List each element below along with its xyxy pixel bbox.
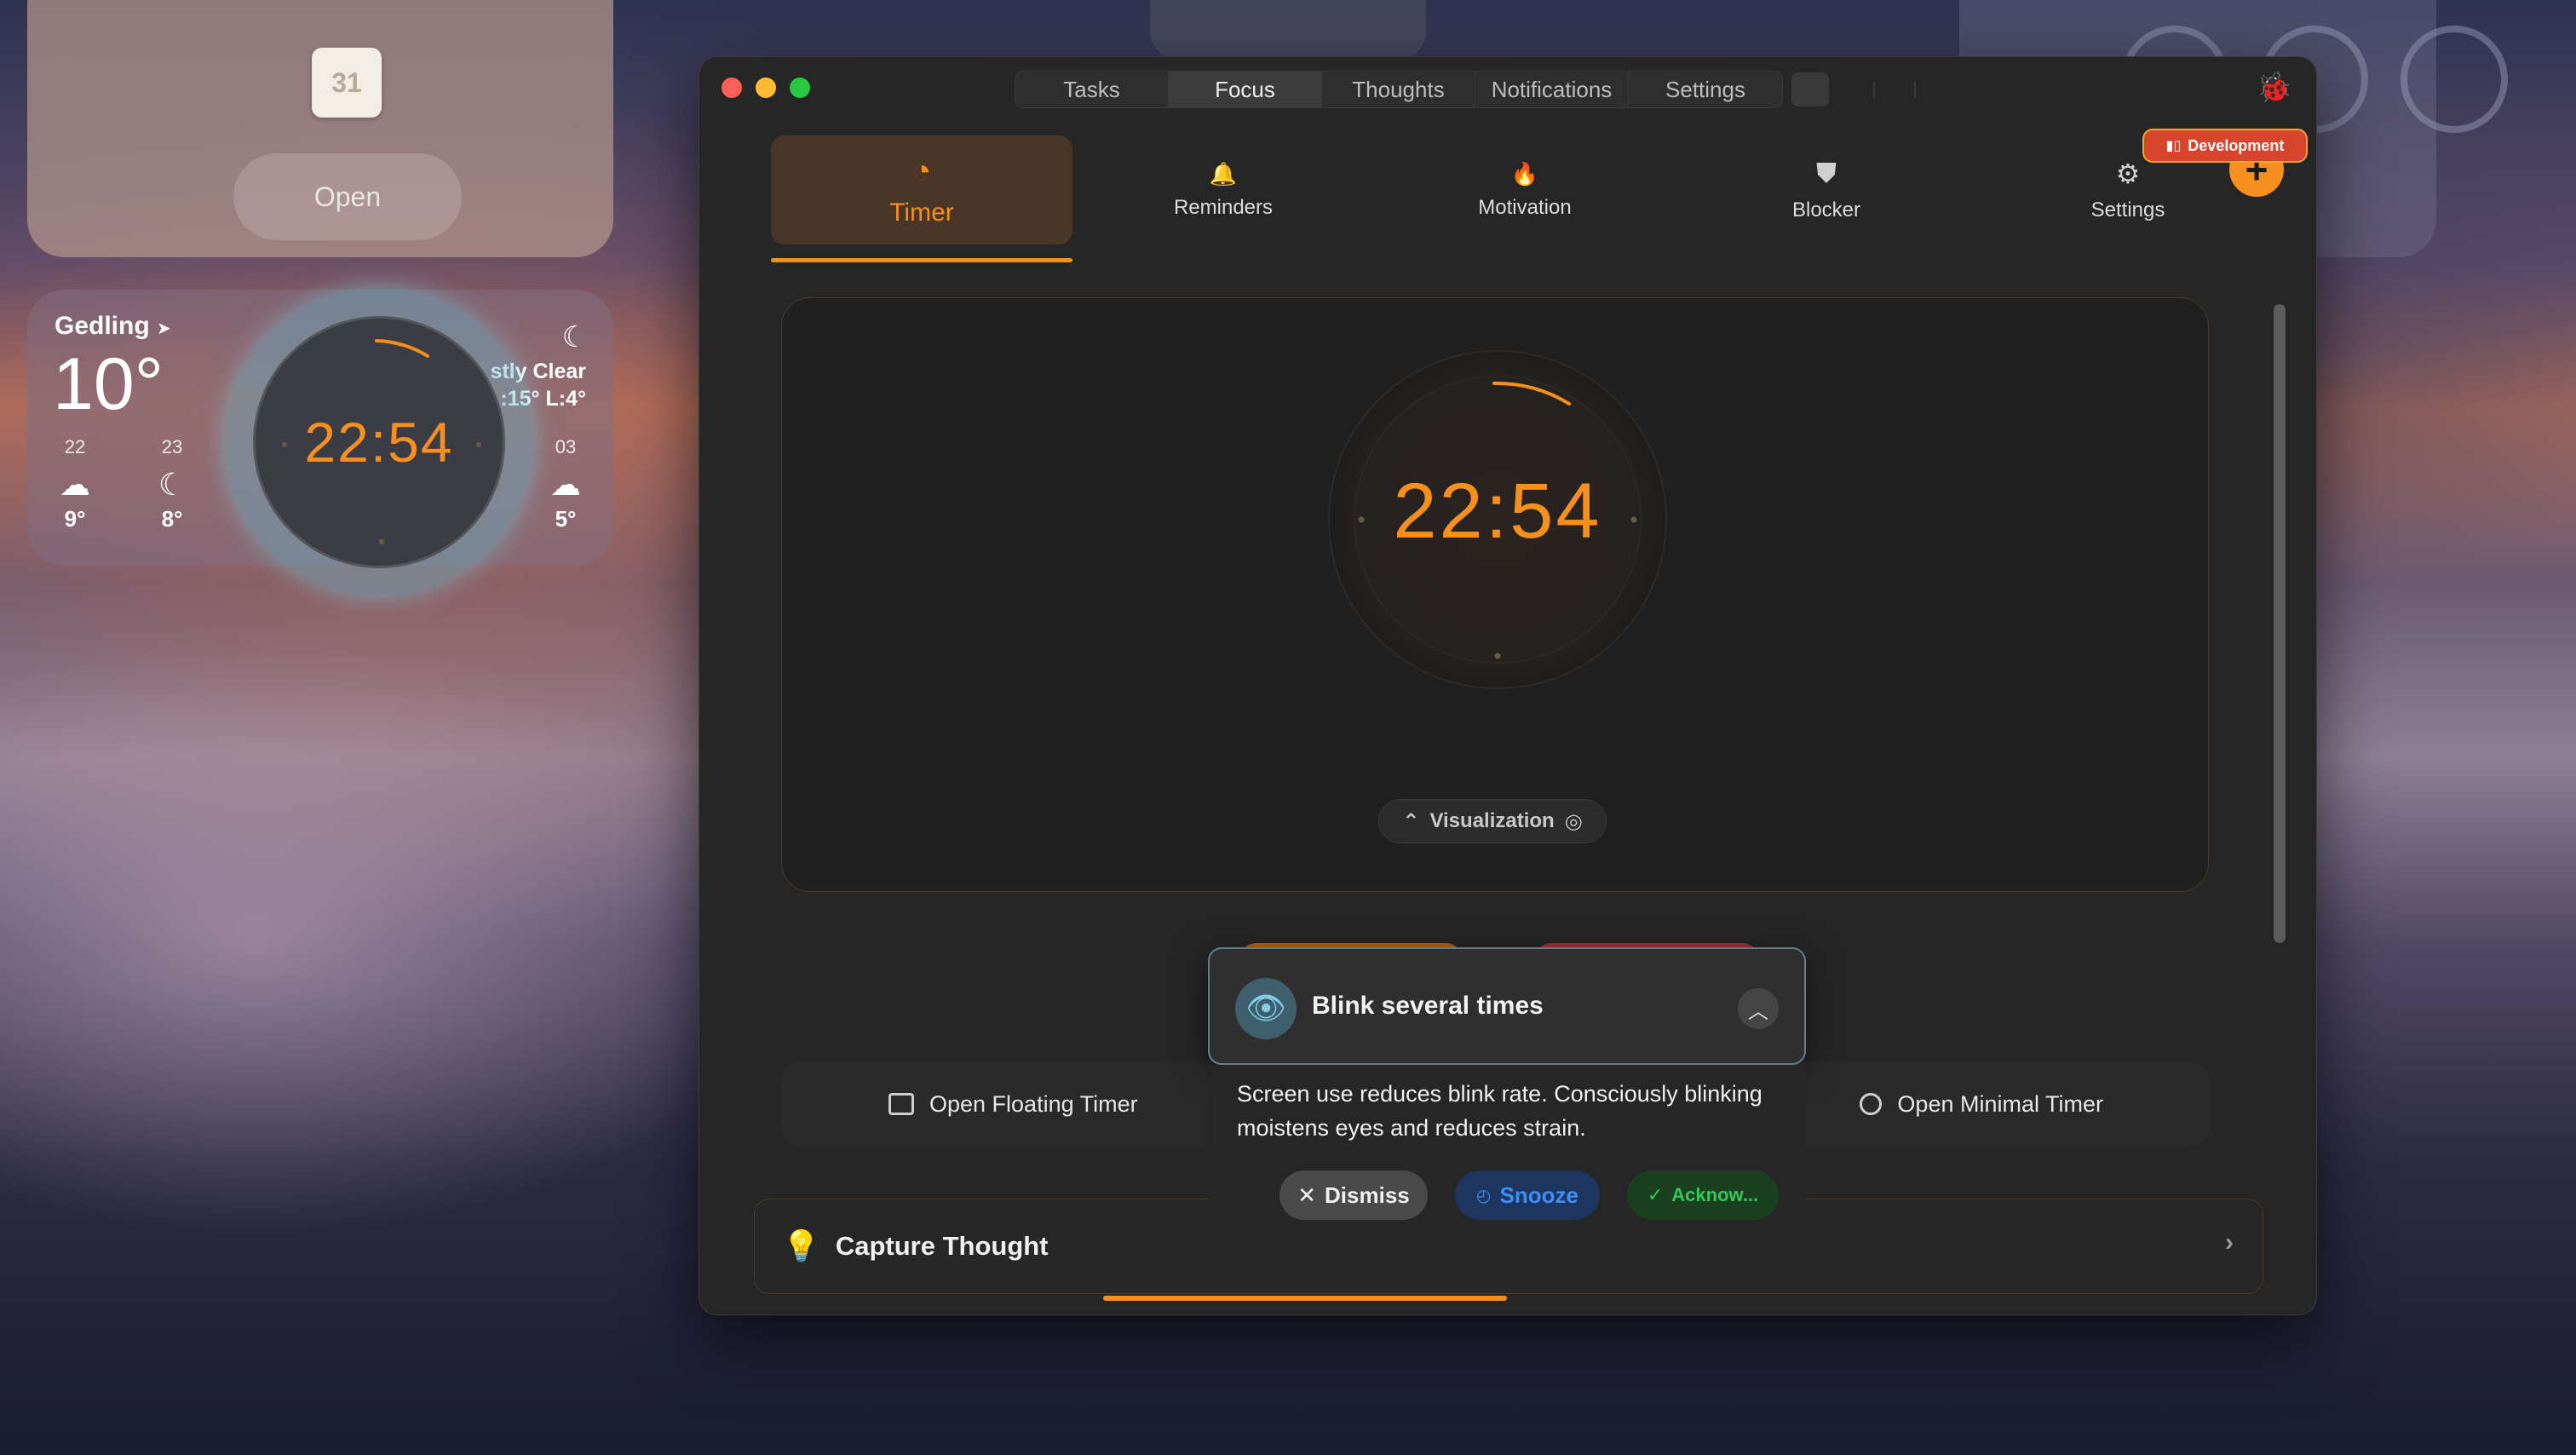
shield-icon: ⛊ [1815,158,1837,188]
widget-ghost-top [1150,0,1426,58]
calendar-icon: 31 [312,48,382,118]
toolbar-extra-button[interactable] [1791,72,1829,106]
tab-motivation[interactable]: 🔥 Motivation [1374,135,1676,244]
weather-temperature: 10° [53,343,164,425]
forecast-item: 22 ☁ 9° [49,436,101,532]
timer-card: 22:54 ⌃ Visualization ◎ [781,297,2209,892]
chevron-up-icon: ⌃ [1402,809,1420,833]
visualization-button[interactable]: ⌃ Visualization ◎ [1378,799,1607,843]
toolbar-divider [1914,81,1916,98]
segment-focus[interactable]: Focus [1169,72,1322,107]
bell-icon: 🔔 [1209,160,1238,187]
floating-timer-face: 22:54 [253,316,505,568]
scrollbar-thumb[interactable] [2274,304,2286,943]
open-minimal-timer-button[interactable]: Open Minimal Timer [1860,1062,2103,1146]
acknowledge-button[interactable]: ✓ Acknow... [1627,1170,1779,1220]
activity-ring [2401,26,2508,133]
active-tab-indicator [771,258,1072,262]
timer-icon: ◔ [911,152,932,189]
checkmark-icon: ✓ [1647,1184,1664,1205]
cloud-moon-icon: ☁ [550,467,581,502]
reminder-popup-body: Screen use reduces blink rate. Conscious… [1208,1065,1806,1234]
target-icon: ◎ [1564,809,1583,833]
segment-thoughts[interactable]: Thoughts [1322,72,1475,107]
minimize-window-button[interactable] [756,78,776,98]
collapse-button[interactable]: ︿ [1738,988,1779,1029]
bug-icon[interactable]: 🐞 [2257,71,2292,105]
segment-settings[interactable]: Settings [1629,72,1782,107]
snooze-button[interactable]: ◴ Snooze [1455,1170,1600,1220]
cloud-moon-icon: ☁ [60,467,90,502]
moon-icon: ☾ [561,321,588,354]
toolbar-divider [1873,81,1875,98]
moon-icon: ☾ [158,467,187,502]
reminder-popup-header: 👁 Blink several times ︿ [1208,947,1806,1065]
location-arrow-icon: ➤ [157,319,171,338]
gear-icon: ⚙ [2115,158,2141,189]
progress-indicator [1103,1296,1507,1301]
eye-icon: 👁 [1235,978,1297,1039]
floating-timer[interactable]: 22:54 [225,288,533,596]
tab-timer[interactable]: ◔ Timer [771,135,1072,244]
timer-time: 22:54 [1393,468,1602,555]
segment-tasks[interactable]: Tasks [1015,72,1169,107]
floating-window-icon [888,1093,914,1115]
forecast-item: 03 ☁ 5° [540,436,591,532]
titlebar: Tasks Focus Thoughts Notifications Setti… [699,57,2316,124]
chevron-up-icon: ︿ [1748,999,1768,1023]
main-tab-bar: ◔ Timer 🔔 Reminders 🔥 Motivation ⛊ Block… [754,135,2262,262]
close-window-button[interactable] [722,78,742,98]
floating-timer-arc [282,339,481,544]
forecast-item: 23 ☾ 8° [147,436,198,532]
calendar-widget: 31 Open [27,0,613,257]
flame-icon: 🔥 [1510,160,1539,187]
circle-icon [1860,1093,1883,1115]
clock-icon: ◴ [1476,1186,1492,1205]
open-floating-timer-button[interactable]: Open Floating Timer [888,1062,1138,1146]
segment-notifications[interactable]: Notifications [1475,72,1629,107]
weather-city: Gedling ➤ [55,312,171,340]
top-segmented-control: Tasks Focus Thoughts Notifications Setti… [1015,71,1783,108]
chevron-right-icon: › [2225,1228,2234,1257]
dismiss-button[interactable]: ✕ Dismiss [1279,1170,1428,1220]
tab-blocker[interactable]: ⛊ Blocker [1676,135,1977,244]
calendar-open-button[interactable]: Open [233,153,462,240]
reminder-title: Blink several times [1312,992,1544,1020]
timer-dial: 22:54 [1327,349,1668,690]
scrollbar[interactable] [2272,244,2287,1309]
reminder-message: Screen use reduces blink rate. Conscious… [1237,1081,1762,1141]
close-icon: ✕ [1297,1182,1317,1208]
maximize-window-button[interactable] [790,78,810,98]
flask-icon: ▮▯ [2165,139,2182,153]
tab-reminders[interactable]: 🔔 Reminders [1072,135,1374,244]
development-badge: ▮▯ Development [2144,130,2306,161]
lightbulb-icon: 💡 [782,1228,820,1263]
